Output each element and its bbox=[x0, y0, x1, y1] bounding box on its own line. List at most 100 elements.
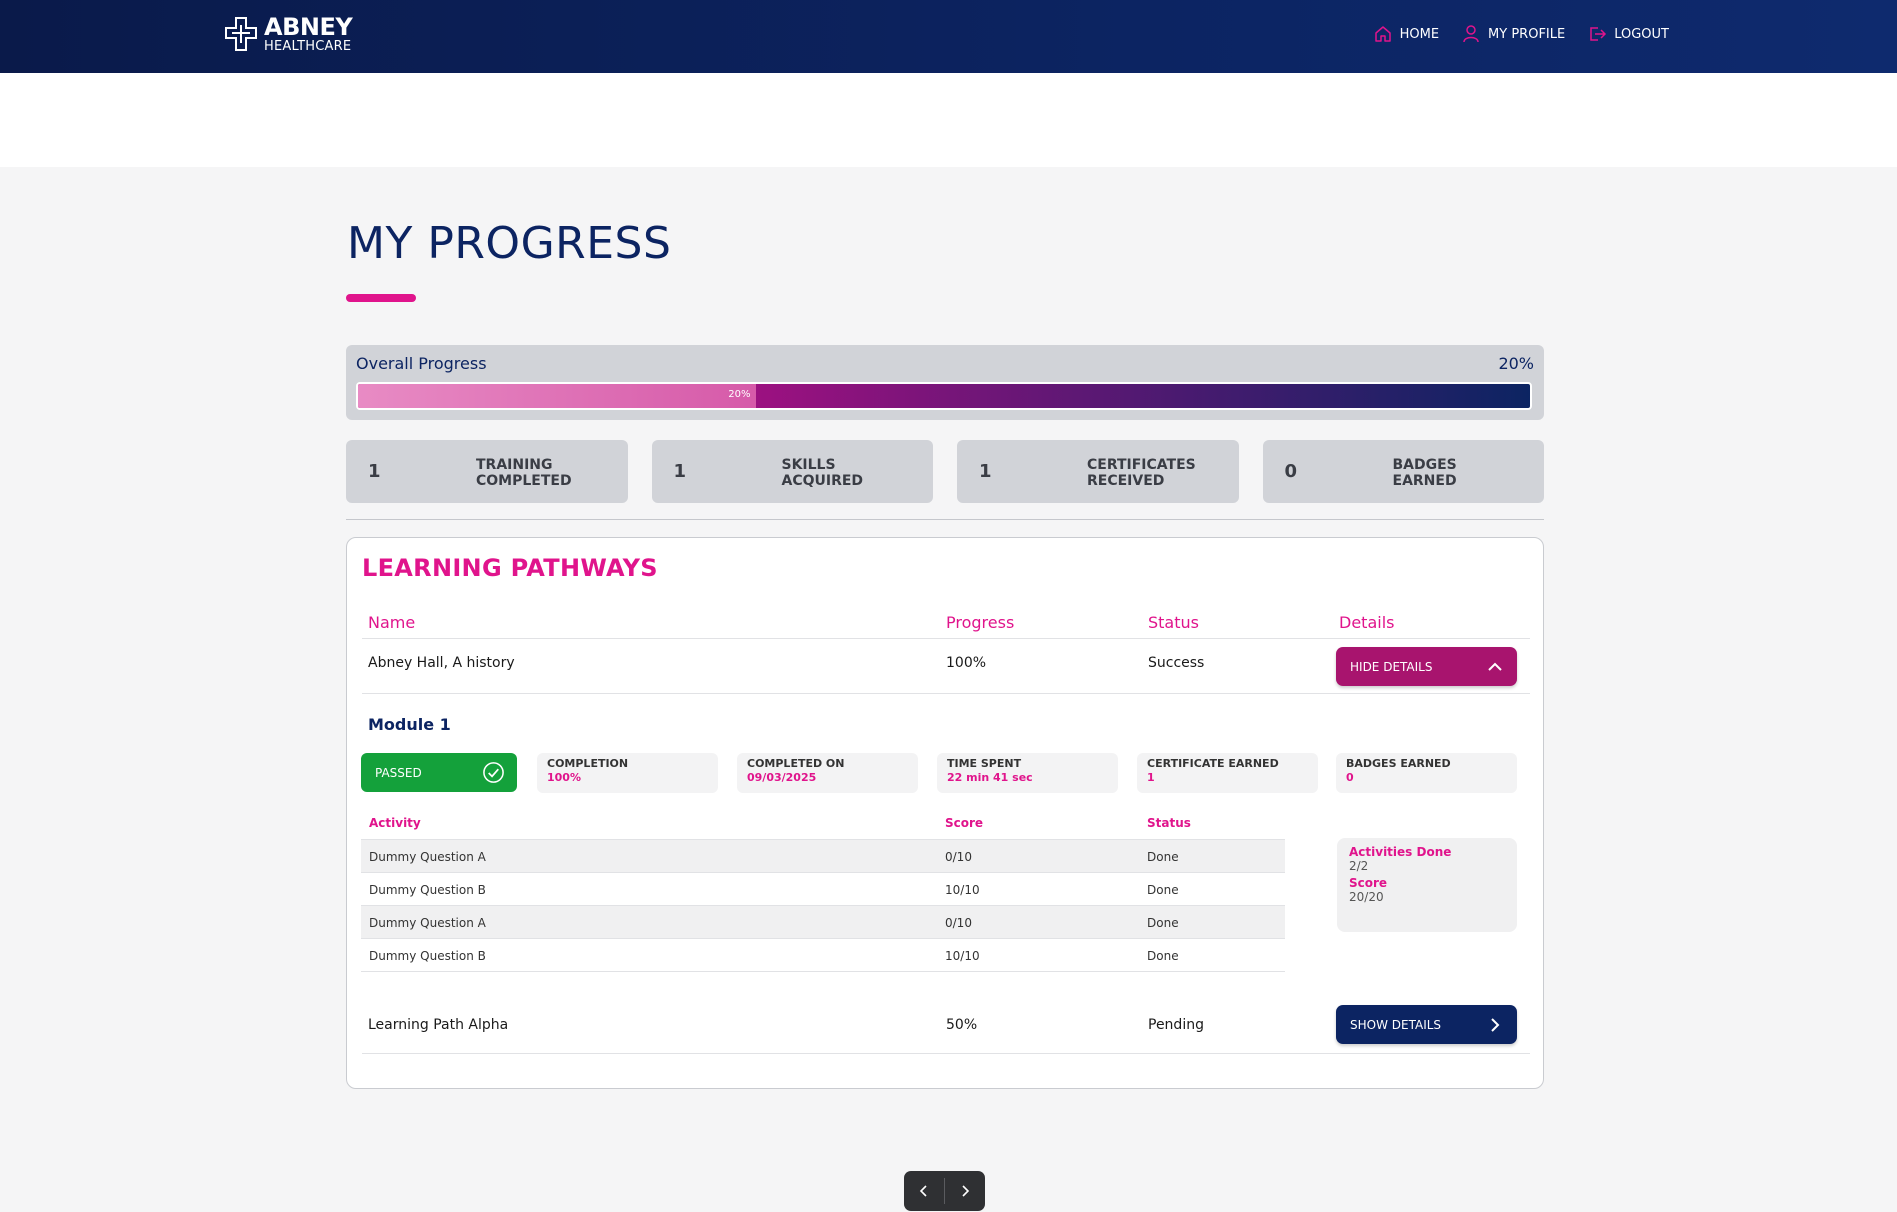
header-progress: Progress bbox=[946, 613, 1015, 632]
learning-pathways-panel: LEARNING PATHWAYS Name Progress Status D… bbox=[346, 537, 1544, 1089]
nav-home-link[interactable]: HOME bbox=[1373, 24, 1439, 44]
activity-status: Done bbox=[1147, 883, 1179, 897]
passed-label: PASSED bbox=[375, 765, 422, 780]
pathway-name: Learning Path Alpha bbox=[368, 1017, 509, 1033]
activity-summary-card: Activities Done 2/2 Score 20/20 bbox=[1337, 838, 1517, 932]
info-value: 22 min 41 sec bbox=[947, 771, 1033, 784]
stats-row: 1 TRAINING COMPLETED 1 SKILLS ACQUIRED 1… bbox=[346, 440, 1544, 503]
previous-button[interactable] bbox=[904, 1171, 944, 1211]
row-divider bbox=[362, 693, 1530, 694]
stat-label: CERTIFICATES RECEIVED bbox=[1087, 457, 1196, 489]
stat-number: 1 bbox=[673, 461, 687, 482]
score-header: Score bbox=[945, 816, 984, 830]
page-title: MY PROGRESS bbox=[347, 218, 672, 269]
activity-name: Dummy Question A bbox=[369, 916, 486, 930]
stat-label: BADGES EARNED bbox=[1392, 457, 1457, 489]
activity-row: Dummy Question A 0/10 Done bbox=[361, 840, 1285, 873]
info-label: COMPLETION bbox=[547, 757, 629, 770]
learning-pathways-title: LEARNING PATHWAYS bbox=[362, 554, 658, 582]
activity-row: Dummy Question B 10/10 Done bbox=[361, 873, 1285, 906]
score-label: Score bbox=[1349, 876, 1388, 890]
overall-progress-label: Overall Progress bbox=[356, 354, 487, 373]
progress-fill-label: 20% bbox=[728, 389, 751, 400]
stat-number: 0 bbox=[1284, 461, 1298, 482]
activity-score: 0/10 bbox=[945, 916, 972, 930]
activity-score: 0/10 bbox=[945, 850, 972, 864]
pathway-name: Abney Hall, A history bbox=[368, 655, 515, 671]
title-underline bbox=[346, 294, 416, 302]
cross-logo-icon bbox=[224, 16, 258, 52]
activity-name: Dummy Question B bbox=[369, 949, 486, 963]
brand-subtitle: HEALTHCARE bbox=[264, 39, 352, 54]
info-badges-earned: BADGES EARNED 0 bbox=[1336, 753, 1517, 793]
chevron-right-icon bbox=[962, 1185, 970, 1197]
passed-badge: PASSED bbox=[361, 753, 517, 792]
stat-badges-earned: 0 BADGES EARNED bbox=[1262, 440, 1544, 503]
check-circle-icon bbox=[483, 762, 504, 783]
pathway-status: Pending bbox=[1148, 1017, 1204, 1033]
pager-control bbox=[904, 1171, 985, 1211]
overall-progress-fill: 20% bbox=[358, 384, 757, 408]
nav-profile-label: MY PROFILE bbox=[1488, 26, 1566, 42]
header-status: Status bbox=[1148, 613, 1199, 632]
header-divider bbox=[362, 638, 1530, 639]
stat-number: 1 bbox=[979, 461, 992, 482]
show-details-button[interactable]: SHOW DETAILS bbox=[1336, 1005, 1517, 1044]
pathway-progress: 50% bbox=[946, 1017, 978, 1033]
activity-status-header: Status bbox=[1147, 816, 1191, 830]
nav-home-label: HOME bbox=[1399, 26, 1440, 42]
info-value: 100% bbox=[547, 771, 581, 784]
pathway-status: Success bbox=[1148, 655, 1205, 671]
activities-done-value: 2/2 bbox=[1349, 859, 1369, 873]
overall-progress-card: Overall Progress 20% 20% bbox=[346, 345, 1544, 420]
activity-status: Done bbox=[1147, 916, 1179, 930]
header-name: Name bbox=[368, 613, 416, 632]
stat-number: 1 bbox=[368, 461, 381, 482]
activities-done-label: Activities Done bbox=[1349, 845, 1452, 859]
home-icon bbox=[1374, 26, 1391, 42]
info-label: COMPLETED ON bbox=[747, 757, 845, 770]
activity-status: Done bbox=[1147, 850, 1179, 864]
header-details: Details bbox=[1339, 613, 1395, 632]
stat-training-completed: 1 TRAINING COMPLETED bbox=[346, 440, 628, 503]
info-time-spent: TIME SPENT 22 min 41 sec bbox=[937, 753, 1118, 793]
activity-score: 10/10 bbox=[945, 949, 980, 963]
info-completion: COMPLETION 100% bbox=[537, 753, 718, 793]
chevron-up-icon bbox=[1488, 662, 1502, 671]
stat-label: SKILLS ACQUIRED bbox=[781, 457, 864, 489]
score-value: 20/20 bbox=[1349, 890, 1384, 904]
nav-logout-label: LOGOUT bbox=[1614, 26, 1669, 42]
stat-skills-acquired: 1 SKILLS ACQUIRED bbox=[651, 440, 933, 503]
brand-name: ABNEY bbox=[264, 13, 353, 41]
logout-icon bbox=[1590, 27, 1607, 41]
activity-name: Dummy Question A bbox=[369, 850, 486, 864]
user-icon bbox=[1463, 25, 1479, 43]
info-value: 0 bbox=[1346, 771, 1354, 784]
brand-logo[interactable]: ABNEY HEALTHCARE bbox=[224, 13, 353, 54]
nav-profile-link[interactable]: MY PROFILE bbox=[1461, 24, 1565, 44]
hide-details-label: HIDE DETAILS bbox=[1350, 659, 1433, 674]
section-divider bbox=[346, 519, 1544, 520]
next-button[interactable] bbox=[945, 1171, 985, 1211]
info-completed-on: COMPLETED ON 09/03/2025 bbox=[737, 753, 918, 793]
info-certificate-earned: CERTIFICATE EARNED 1 bbox=[1137, 753, 1318, 793]
activity-score: 10/10 bbox=[945, 883, 980, 897]
module-title: Module 1 bbox=[368, 715, 451, 734]
info-label: TIME SPENT bbox=[947, 757, 1022, 770]
chevron-right-icon bbox=[1491, 1018, 1500, 1032]
hide-details-button[interactable]: HIDE DETAILS bbox=[1336, 647, 1517, 686]
top-navbar: ABNEY HEALTHCARE HOME MY PROFILE LOGOUT bbox=[0, 0, 1897, 73]
info-value: 09/03/2025 bbox=[747, 771, 817, 784]
overall-progress-percent: 20% bbox=[1498, 354, 1534, 373]
stat-certificates-received: 1 CERTIFICATES RECEIVED bbox=[957, 440, 1239, 503]
overall-progress-bar: 20% bbox=[356, 382, 1532, 410]
activity-row: Dummy Question A 0/10 Done bbox=[361, 906, 1285, 939]
info-value: 1 bbox=[1147, 771, 1155, 784]
activity-row: Dummy Question B 10/10 Done bbox=[361, 939, 1285, 972]
activity-status: Done bbox=[1147, 949, 1179, 963]
show-details-label: SHOW DETAILS bbox=[1350, 1017, 1442, 1032]
info-label: CERTIFICATE EARNED bbox=[1147, 757, 1279, 770]
chevron-left-icon bbox=[919, 1185, 927, 1197]
info-label: BADGES EARNED bbox=[1346, 757, 1451, 770]
nav-logout-link[interactable]: LOGOUT bbox=[1587, 24, 1669, 44]
